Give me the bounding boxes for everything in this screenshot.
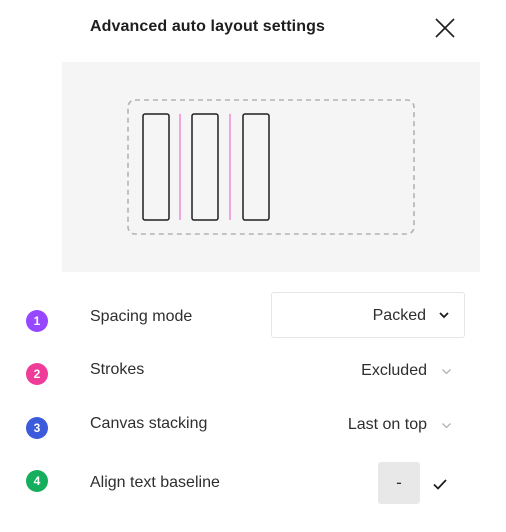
close-icon[interactable] — [432, 15, 458, 41]
auto-layout-settings-panel: Advanced auto layout settings 1 Spacing … — [0, 0, 506, 532]
layout-preview — [62, 62, 480, 272]
panel-title: Advanced auto layout settings — [90, 18, 325, 35]
layout-preview-diagram — [127, 99, 415, 235]
layout-item-2 — [191, 113, 219, 221]
spacing-mode-select[interactable]: Packed — [271, 292, 465, 338]
spacing-mode-label: Spacing mode — [90, 308, 193, 325]
layout-item-1 — [142, 113, 170, 221]
chevron-down-icon — [442, 369, 451, 375]
strokes-select[interactable]: Excluded — [330, 356, 455, 388]
strokes-value: Excluded — [361, 362, 427, 379]
strokes-label: Strokes — [90, 361, 145, 378]
canvas-stacking-label: Canvas stacking — [90, 415, 208, 432]
auto-layout-frame — [127, 99, 415, 235]
spacing-mode-value: Packed — [372, 307, 426, 324]
step-badge-3: 3 — [26, 417, 48, 439]
canvas-stacking-select[interactable]: Last on top — [315, 410, 455, 442]
check-icon[interactable] — [430, 474, 450, 494]
step-badge-1: 1 — [26, 310, 48, 332]
layout-item-3 — [242, 113, 270, 221]
step-badge-4: 4 — [26, 470, 48, 492]
canvas-stacking-value: Last on top — [347, 416, 427, 433]
align-text-baseline-label: Align text baseline — [90, 474, 220, 491]
chevron-down-icon — [442, 423, 451, 429]
align-baseline-off-button[interactable]: - — [378, 462, 420, 504]
chevron-down-icon — [439, 312, 449, 319]
step-badge-2: 2 — [26, 363, 48, 385]
